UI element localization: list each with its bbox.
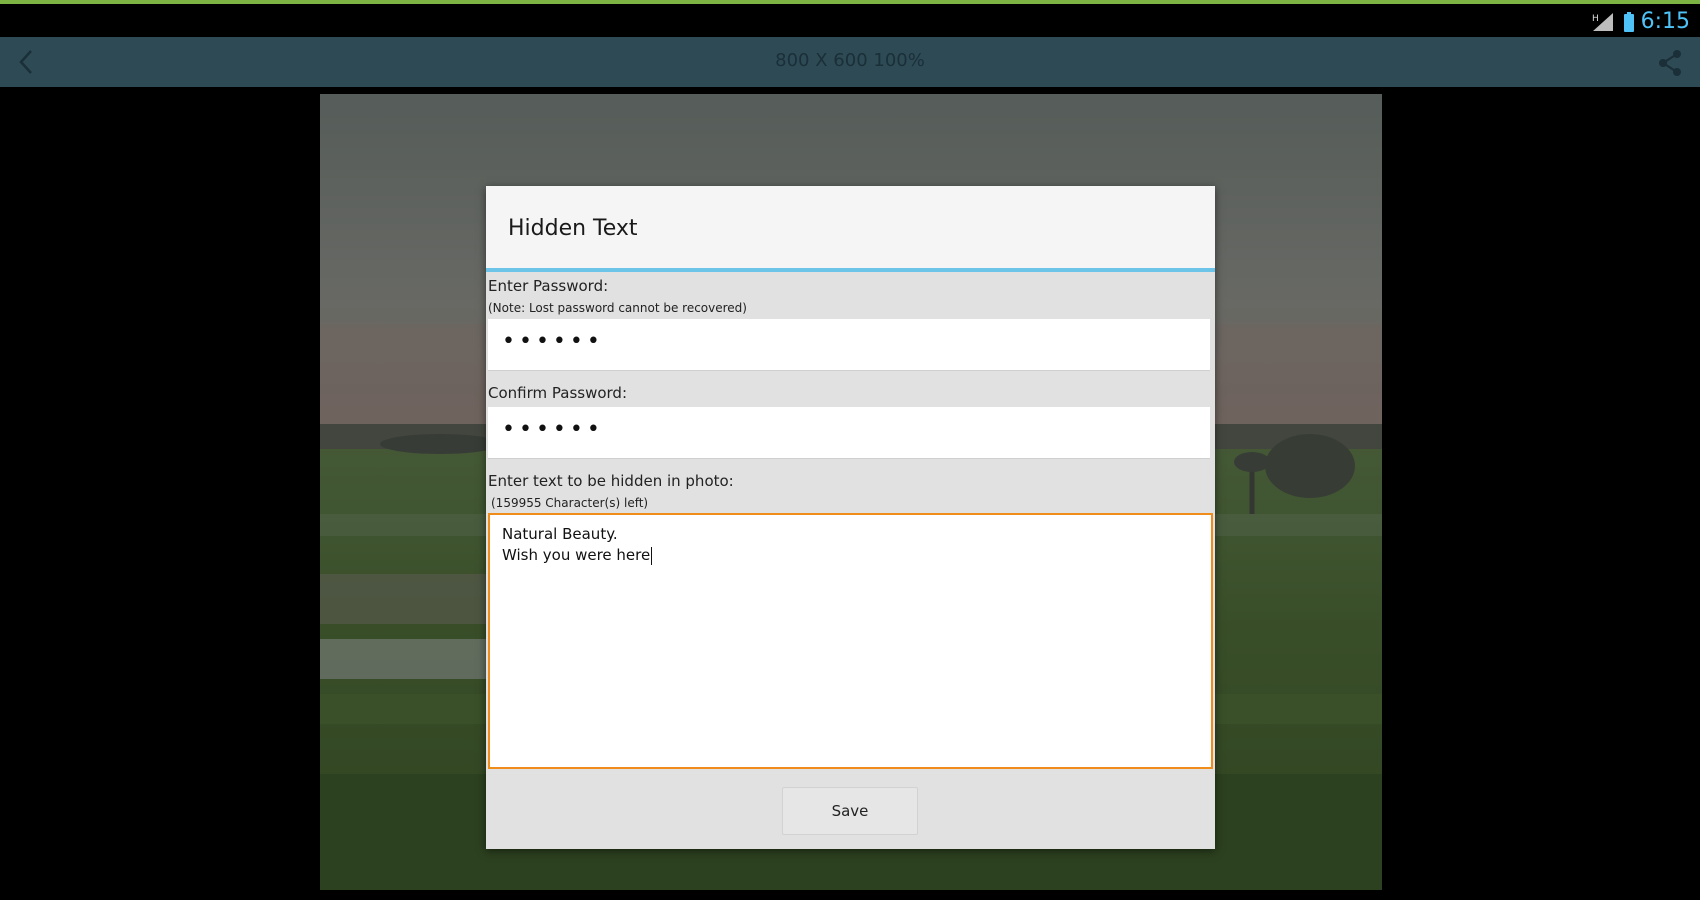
save-button[interactable]: Save — [782, 787, 918, 835]
status-icons: H 6:15 — [1591, 8, 1690, 36]
image-size-title: 800 X 600 100% — [775, 50, 925, 71]
characters-left: (159955 Character(s) left) — [491, 496, 649, 510]
hidden-text-line-2-text: Wish you were here — [502, 546, 651, 564]
password-note: (Note: Lost password cannot be recovered… — [488, 301, 747, 315]
share-icon — [1659, 50, 1681, 76]
svg-text:H: H — [1592, 14, 1599, 24]
status-bar: H 6:15 — [0, 4, 1700, 37]
signal-icon: H — [1592, 13, 1613, 31]
share-button[interactable] — [1652, 45, 1688, 81]
hidden-text-line-1: Natural Beauty. — [502, 525, 618, 543]
dialog-header: Hidden Text — [486, 186, 1215, 272]
confirm-password-value: •••••• — [502, 417, 604, 442]
battery-icon — [1623, 12, 1634, 32]
text-cursor — [651, 546, 653, 565]
hidden-text-label: Enter text to be hidden in photo: — [488, 472, 734, 490]
password-field[interactable]: •••••• — [488, 319, 1210, 371]
dialog-title: Hidden Text — [508, 216, 638, 241]
confirm-password-label: Confirm Password: — [488, 384, 628, 402]
password-value: •••••• — [502, 329, 604, 354]
hidden-text-line-2: Wish you were here — [502, 546, 653, 565]
hidden-text-dialog: Hidden Text Enter Password: (Note: Lost … — [486, 186, 1215, 849]
confirm-password-field[interactable]: •••••• — [488, 407, 1210, 459]
status-time: 6:15 — [1640, 9, 1690, 34]
action-bar: 800 X 600 100% — [0, 37, 1700, 87]
hidden-text-input[interactable]: Natural Beauty. Wish you were here — [488, 513, 1213, 769]
password-label: Enter Password: — [488, 277, 609, 295]
